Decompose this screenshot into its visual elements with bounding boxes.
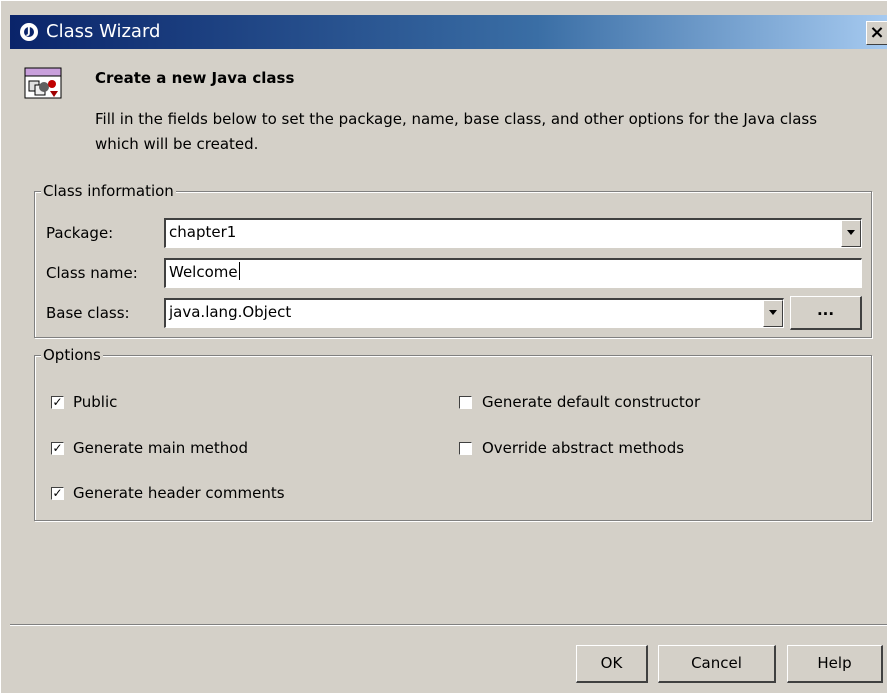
cancel-button[interactable]: Cancel [658, 645, 776, 683]
package-label: Package: [46, 224, 114, 242]
jbuilder-icon: J [20, 23, 38, 41]
base-class-combo[interactable]: java.lang.Object [164, 298, 784, 328]
header-description: Fill in the fields below to set the pack… [95, 110, 818, 153]
base-class-label: Base class: [46, 304, 130, 322]
package-dropdown-button[interactable] [841, 220, 861, 247]
generate-header-checkbox[interactable]: ✓ [51, 487, 64, 500]
public-label[interactable]: Public [73, 392, 117, 412]
base-class-value: java.lang.Object [169, 303, 292, 321]
class-wizard-icon [24, 67, 62, 99]
generate-header-label[interactable]: Generate header comments [73, 483, 285, 503]
class-name-label: Class name: [46, 264, 138, 282]
title-bar[interactable]: J Class Wizard × [10, 15, 887, 49]
package-value: chapter1 [169, 223, 237, 241]
default-constructor-label[interactable]: Generate default constructor [482, 392, 700, 412]
override-abstract-label[interactable]: Override abstract methods [482, 438, 684, 458]
package-combo[interactable]: chapter1 [164, 218, 862, 248]
generate-main-checkbox[interactable]: ✓ [51, 442, 64, 455]
options-legend: Options [41, 345, 103, 365]
browse-base-class-button[interactable]: ... [790, 296, 862, 330]
class-information-legend: Class information [41, 181, 176, 201]
header-title: Create a new Java class [95, 69, 295, 87]
generate-main-label[interactable]: Generate main method [73, 438, 248, 458]
class-name-input[interactable]: Welcome [164, 258, 862, 288]
class-wizard-dialog: J Class Wizard × Create a new Java class… [0, 0, 887, 693]
class-name-value: Welcome [169, 263, 238, 281]
ok-button[interactable]: OK [576, 645, 648, 683]
text-cursor [238, 262, 240, 280]
public-checkbox[interactable]: ✓ [51, 396, 64, 409]
default-constructor-checkbox[interactable] [459, 396, 472, 409]
window-title: Class Wizard [46, 21, 161, 42]
close-button[interactable]: × [866, 21, 887, 45]
button-separator [10, 624, 887, 626]
help-button[interactable]: Help [787, 645, 883, 683]
override-abstract-checkbox[interactable] [459, 442, 472, 455]
base-class-dropdown-button[interactable] [763, 300, 783, 327]
